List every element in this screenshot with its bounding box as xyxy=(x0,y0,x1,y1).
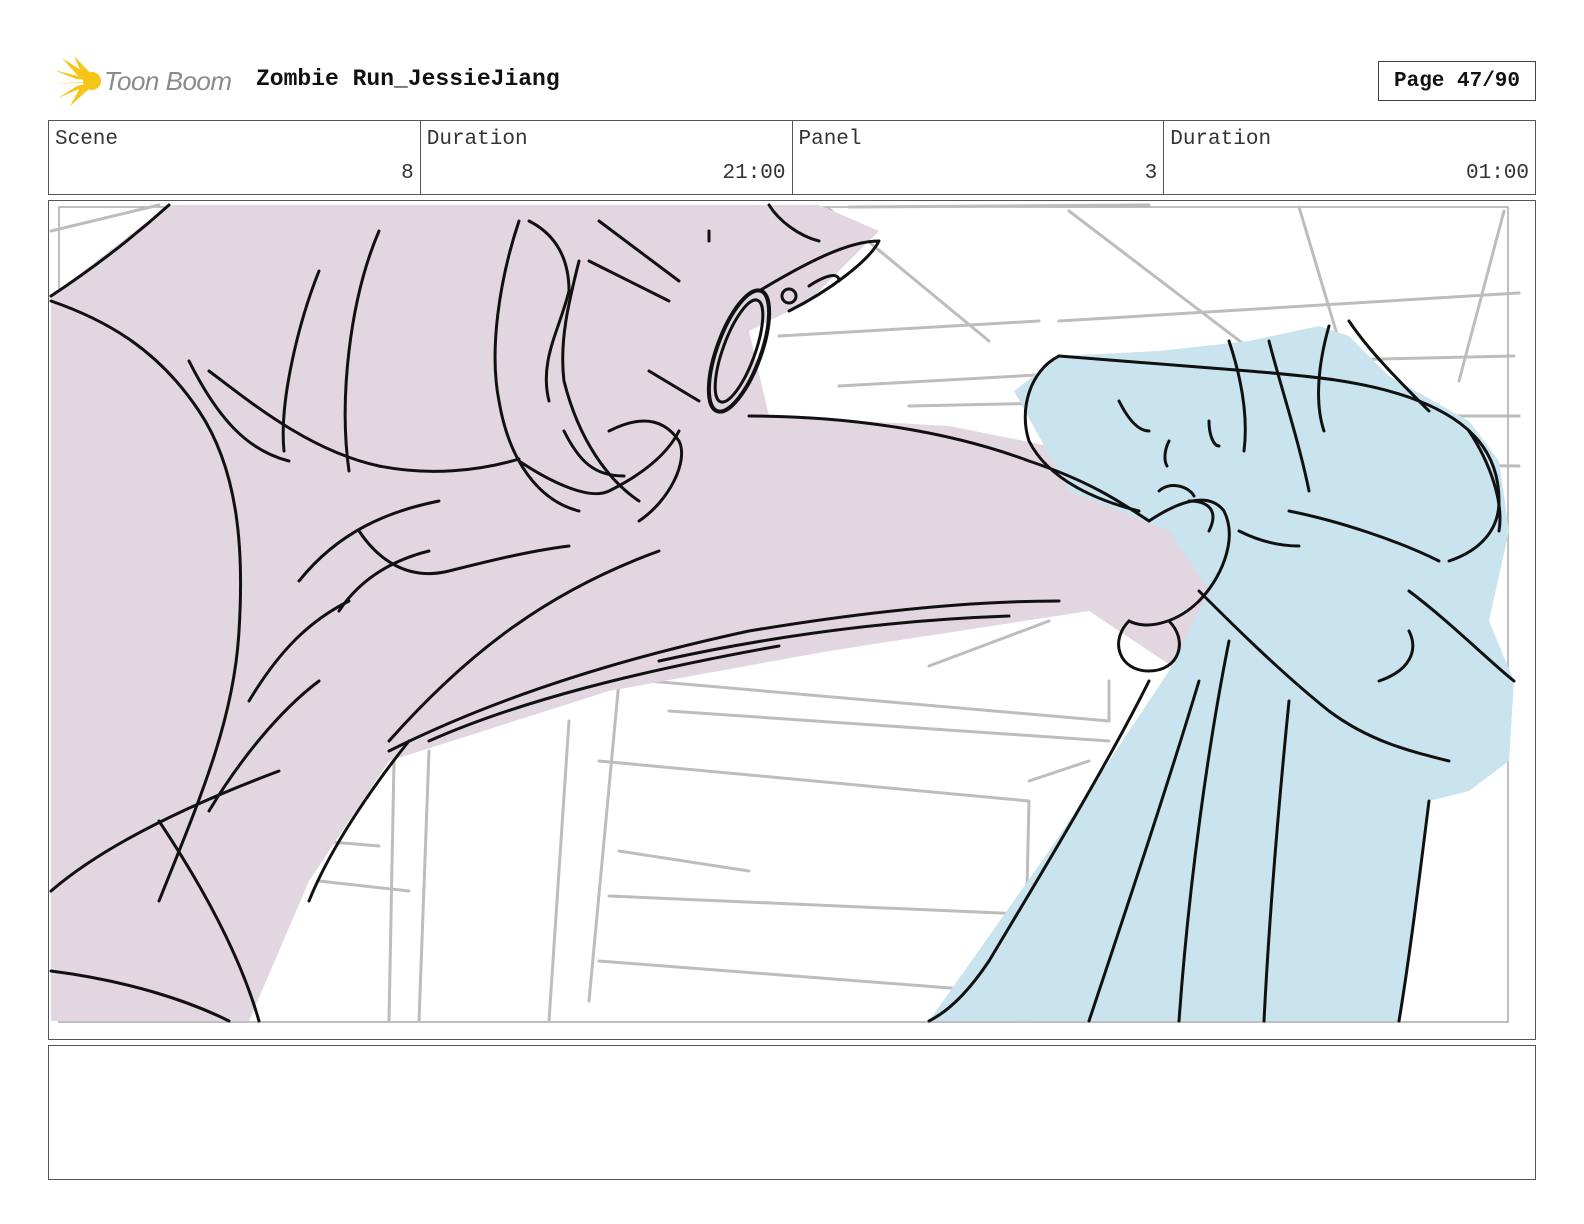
project-title: Zombie Run_JessieJiang xyxy=(256,66,560,92)
scene-cell: Scene 8 xyxy=(49,121,421,194)
starburst-icon xyxy=(52,56,101,106)
panel-duration-label: Duration xyxy=(1170,128,1272,151)
scene-duration-value: 21:00 xyxy=(722,162,786,185)
scene-value: 8 xyxy=(401,162,414,185)
storyboard-panel xyxy=(48,200,1536,1040)
panel-label: Panel xyxy=(798,128,862,151)
toon-boom-logo: Toon Boom xyxy=(52,54,242,108)
scene-duration-label: Duration xyxy=(426,128,528,151)
panel-duration-value: 01:00 xyxy=(1465,162,1529,185)
info-table: Scene 8 Duration 21:00 Panel 3 Duration … xyxy=(48,120,1536,195)
panel-cell: Panel 3 xyxy=(793,121,1165,194)
panel-value: 3 xyxy=(1144,162,1158,185)
panel-sketch xyxy=(49,203,1521,1023)
logo-text: Toon Boom xyxy=(104,66,232,96)
notes-box[interactable] xyxy=(48,1045,1536,1180)
page-indicator: Page 47/90 xyxy=(1378,61,1536,101)
scene-duration-cell: Duration 21:00 xyxy=(421,121,793,194)
scene-label: Scene xyxy=(55,128,119,151)
panel-duration-cell: Duration 01:00 xyxy=(1164,121,1535,194)
